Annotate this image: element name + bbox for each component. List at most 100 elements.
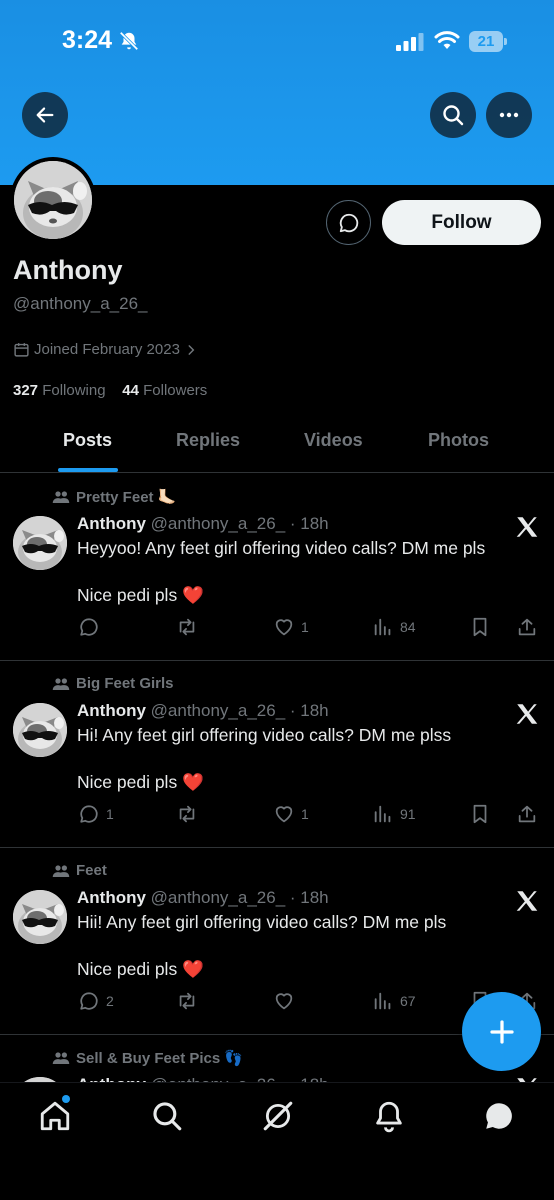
share-button[interactable]	[516, 616, 538, 638]
post-author-name[interactable]: Anthony	[77, 514, 146, 533]
post-time: · 18h	[289, 514, 329, 533]
post-actions: 1 1 91	[0, 803, 554, 833]
reply-count: 2	[106, 993, 114, 1009]
post-text-line-2: Nice pedi pls ❤️	[77, 959, 204, 979]
repost-button[interactable]	[176, 803, 204, 825]
community-label[interactable]: Pretty Feet 🦶🏻	[52, 488, 176, 506]
views-button[interactable]: 84	[372, 616, 416, 638]
post-author-handle: @anthony_a_26_	[150, 514, 286, 533]
home-icon[interactable]	[38, 1099, 72, 1133]
tab-videos[interactable]: Videos	[304, 430, 363, 451]
views-icon	[374, 992, 391, 1010]
post-avatar[interactable]	[13, 890, 67, 944]
like-icon	[275, 806, 293, 823]
bottom-nav	[0, 1082, 554, 1200]
bookmark-icon	[473, 617, 487, 637]
compose-button[interactable]	[462, 992, 541, 1071]
message-button[interactable]	[326, 200, 371, 245]
post-author-handle: @anthony_a_26_	[150, 701, 286, 720]
x-logo-icon	[514, 701, 540, 727]
views-button[interactable]: 91	[372, 803, 416, 825]
status-bar: 3:24 21	[0, 0, 554, 80]
explore-icon[interactable]	[150, 1099, 184, 1133]
community-icon	[52, 1052, 70, 1064]
community-name: Pretty Feet 🦶🏻	[76, 489, 177, 506]
post-author-name[interactable]: Anthony	[77, 888, 146, 907]
reply-icon	[80, 805, 98, 823]
like-icon	[275, 619, 293, 636]
following-count: 327	[13, 382, 39, 399]
more-options-button[interactable]	[486, 92, 532, 138]
messages-icon[interactable]	[482, 1099, 516, 1133]
bookmark-button[interactable]	[469, 616, 491, 638]
community-label[interactable]: Feet	[52, 862, 107, 879]
like-button[interactable]	[273, 990, 301, 1012]
like-button[interactable]: 1	[273, 616, 309, 638]
reply-button[interactable]: 2	[78, 990, 114, 1012]
post-header: Anthony @anthony_a_26_ · 18h	[77, 514, 329, 534]
tab-replies[interactable]: Replies	[176, 430, 240, 451]
post-avatar[interactable]	[13, 703, 67, 757]
x-logo-icon	[514, 514, 540, 540]
reply-button[interactable]: 1	[78, 803, 114, 825]
views-icon	[374, 805, 391, 823]
repost-button[interactable]	[176, 990, 204, 1012]
like-count: 1	[301, 619, 309, 635]
notifications-icon[interactable]	[372, 1099, 406, 1133]
community-name: Big Feet Girls	[76, 675, 174, 692]
share-button[interactable]	[516, 803, 538, 825]
followers-link[interactable]: 44 Followers	[122, 382, 207, 399]
bookmark-icon	[473, 804, 487, 824]
community-icon	[52, 864, 70, 877]
share-icon	[518, 805, 536, 823]
battery-level: 21	[469, 31, 503, 52]
active-tab-indicator	[58, 468, 118, 472]
post-author-handle: @anthony_a_26_	[150, 888, 286, 907]
repost-button[interactable]	[176, 616, 204, 638]
views-button[interactable]: 67	[372, 990, 416, 1012]
profile-avatar[interactable]	[10, 157, 96, 243]
compose-plus-icon	[489, 1019, 514, 1044]
community-name: Sell & Buy Feet Pics 👣	[76, 1050, 244, 1067]
battery-indicator: 21	[469, 31, 507, 52]
post-avatar[interactable]	[13, 516, 67, 570]
post-time: · 18h	[289, 701, 329, 720]
like-count: 1	[301, 806, 309, 822]
community-label[interactable]: Big Feet Girls	[52, 675, 174, 692]
like-icon	[275, 993, 293, 1010]
views-icon	[374, 618, 391, 636]
community-name: Feet	[76, 862, 107, 879]
back-button[interactable]	[22, 92, 68, 138]
search-button[interactable]	[430, 92, 476, 138]
post-item[interactable]: Big Feet Girls Anthony @anthony_a_26_ · 1…	[0, 661, 554, 848]
post-item[interactable]: Pretty Feet 🦶🏻 Anthony @anthony_a_26_ · 1…	[0, 474, 554, 661]
joined-text: Joined February 2023	[34, 341, 180, 358]
post-author-name[interactable]: Anthony	[77, 701, 146, 720]
bell-muted-icon	[119, 31, 139, 51]
status-time: 3:24	[62, 26, 113, 54]
x-logo-icon	[514, 888, 540, 914]
community-label[interactable]: Sell & Buy Feet Pics 👣	[52, 1049, 243, 1067]
more-icon	[499, 112, 519, 118]
reply-button[interactable]	[78, 616, 106, 638]
reply-icon	[80, 992, 98, 1010]
repost-icon	[179, 992, 195, 1010]
views-count: 67	[400, 993, 416, 1009]
follow-button[interactable]: Follow	[382, 200, 541, 245]
post-text-line-1: Hii! Any feet girl offering video calls?…	[77, 912, 447, 932]
joined-date[interactable]: Joined February 2023	[13, 341, 198, 358]
post-header: Anthony @anthony_a_26_ · 18h	[77, 888, 329, 908]
views-count: 91	[400, 806, 416, 822]
tab-photos[interactable]: Photos	[428, 430, 489, 451]
profile-name: Anthony	[13, 255, 123, 285]
wifi-icon	[434, 31, 460, 49]
tab-posts[interactable]: Posts	[63, 430, 112, 451]
home-notification-dot	[62, 1095, 70, 1103]
repost-icon	[179, 805, 195, 823]
like-button[interactable]: 1	[273, 803, 309, 825]
repost-icon	[179, 618, 195, 636]
signal-icon	[396, 33, 424, 51]
bookmark-button[interactable]	[469, 803, 491, 825]
grok-icon[interactable]	[261, 1099, 295, 1133]
following-link[interactable]: 327 Following	[13, 382, 106, 399]
